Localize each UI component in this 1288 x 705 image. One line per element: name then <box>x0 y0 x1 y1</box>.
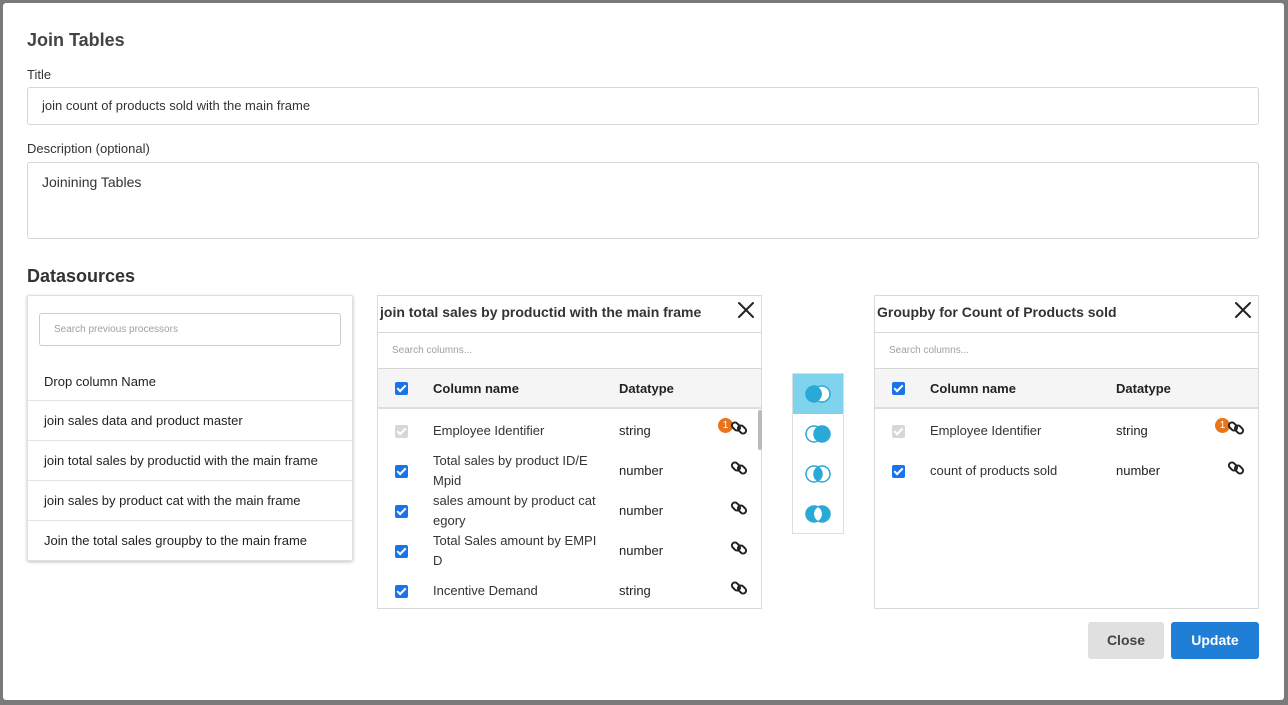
title-input[interactable]: join count of products sold with the mai… <box>27 87 1259 125</box>
column-datatype: string <box>1116 423 1148 438</box>
row-checkbox[interactable] <box>395 585 408 598</box>
left-panel-title: join total sales by productid with the m… <box>380 304 702 320</box>
processors-list-panel: Drop column Name join sales data and pro… <box>27 295 353 561</box>
right-panel-title: Groupby for Count of Products sold <box>877 304 1117 320</box>
row-checkbox <box>892 425 905 438</box>
table-row: Employee Identifier string 1 <box>875 411 1258 451</box>
row-checkbox <box>395 425 408 438</box>
column-name-header: Column name <box>433 381 519 396</box>
link-icon[interactable] <box>730 499 748 517</box>
column-name: Total sales by product ID/E Mpid <box>433 453 588 488</box>
search-columns-input[interactable] <box>378 332 761 369</box>
search-columns-input[interactable] <box>875 332 1258 369</box>
table-row: count of products sold number <box>875 451 1258 491</box>
column-datatype: string <box>619 423 651 438</box>
table-row: Employee Identifier string 1 <box>378 411 761 451</box>
join-type-selector <box>792 373 844 534</box>
description-textarea[interactable]: Joinining Tables <box>27 162 1259 239</box>
close-button[interactable]: Close <box>1088 622 1164 659</box>
outer-join-option[interactable] <box>793 494 843 534</box>
column-name: sales amount by product cat egory <box>433 493 596 528</box>
left-join-option[interactable] <box>793 374 843 414</box>
processors-list: Drop column Name join sales data and pro… <box>28 362 352 561</box>
column-datatype: string <box>619 583 651 598</box>
close-icon[interactable] <box>736 300 756 320</box>
datatype-header: Datatype <box>619 381 674 396</box>
column-name: count of products sold <box>930 463 1058 478</box>
select-all-checkbox[interactable] <box>892 382 905 395</box>
close-icon[interactable] <box>1233 300 1253 320</box>
title-label: Title <box>27 67 52 82</box>
table-row: sales amount by product cat egory number <box>378 491 761 531</box>
outer-join-icon <box>805 505 831 523</box>
datasources-heading: Datasources <box>27 266 136 286</box>
column-name: Incentive Demand <box>433 583 538 598</box>
join-tables-dialog: Join Tables Title join count of products… <box>3 3 1284 700</box>
link-icon[interactable] <box>730 459 748 477</box>
link-icon[interactable] <box>1227 459 1245 477</box>
row-checkbox[interactable] <box>395 545 408 558</box>
processor-item[interactable]: join total sales by productid with the m… <box>28 441 352 481</box>
table-row: Incentive Demand string <box>378 571 761 611</box>
link-icon[interactable] <box>1227 419 1245 437</box>
link-icon[interactable] <box>730 579 748 597</box>
search-processors-input[interactable] <box>39 313 341 346</box>
update-button[interactable]: Update <box>1171 622 1259 659</box>
table-row: Total Sales amount by EMPI D number <box>378 531 761 571</box>
inner-join-icon <box>805 465 831 483</box>
column-rows: Employee Identifier string 1 Total sales… <box>378 411 761 611</box>
row-checkbox[interactable] <box>892 465 905 478</box>
right-datasource-panel: Groupby for Count of Products sold Colum… <box>874 295 1259 609</box>
processor-item[interactable]: Drop column Name <box>28 362 352 401</box>
processor-item[interactable]: Join the total sales groupby to the main… <box>28 521 352 561</box>
column-datatype: number <box>619 543 664 558</box>
column-name: Employee Identifier <box>930 423 1042 438</box>
right-join-icon <box>805 425 831 443</box>
table-header: Column name Datatype <box>378 369 761 409</box>
column-name-header: Column name <box>930 381 1016 396</box>
left-join-icon <box>805 385 831 403</box>
column-rows: Employee Identifier string 1 count of pr… <box>875 411 1258 491</box>
left-datasource-panel: join total sales by productid with the m… <box>377 295 762 609</box>
column-datatype: number <box>619 463 664 478</box>
dialog-title: Join Tables <box>27 30 125 50</box>
datatype-header: Datatype <box>1116 381 1171 396</box>
link-icon[interactable] <box>730 539 748 557</box>
column-datatype: number <box>619 503 664 518</box>
processor-item[interactable]: join sales by product cat with the main … <box>28 481 352 521</box>
inner-join-option[interactable] <box>793 454 843 494</box>
link-icon[interactable] <box>730 419 748 437</box>
table-row: Total sales by product ID/E Mpid number <box>378 451 761 491</box>
column-datatype: number <box>1116 463 1161 478</box>
table-header: Column name Datatype <box>875 369 1258 409</box>
column-name: Total Sales amount by EMPI D <box>433 533 597 568</box>
row-checkbox[interactable] <box>395 505 408 518</box>
processor-item[interactable]: join sales data and product master <box>28 401 352 441</box>
row-checkbox[interactable] <box>395 465 408 478</box>
select-all-checkbox[interactable] <box>395 382 408 395</box>
column-name: Employee Identifier <box>433 423 545 438</box>
description-label: Description (optional) <box>27 141 150 156</box>
right-join-option[interactable] <box>793 414 843 454</box>
